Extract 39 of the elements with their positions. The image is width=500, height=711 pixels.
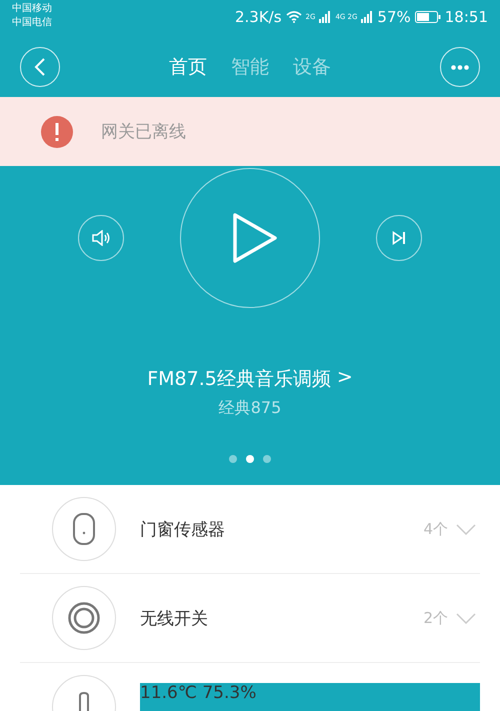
page-dot[interactable]	[229, 455, 237, 463]
alert-message: 网关已离线	[101, 121, 186, 143]
carrier-name: 中国电信	[12, 16, 52, 30]
play-button[interactable]	[180, 168, 320, 308]
station-name[interactable]: FM87.5经典音乐调频	[147, 366, 331, 392]
warning-icon	[41, 116, 73, 148]
page-dot[interactable]	[263, 455, 271, 463]
station-subtitle: 经典875	[218, 398, 282, 419]
nav-tab[interactable]: 智能	[231, 54, 269, 80]
skip-next-icon	[392, 231, 406, 245]
battery-percent: 57%	[377, 8, 411, 26]
chevron-down-icon[interactable]	[456, 612, 476, 624]
page-dot[interactable]	[246, 455, 254, 463]
network-speed: 2.3K/s	[234, 8, 282, 26]
back-button[interactable]	[20, 47, 60, 87]
signal-icon	[319, 11, 332, 23]
device-count: 2个	[423, 608, 448, 628]
chevron-glyph[interactable]: >	[336, 366, 353, 392]
signal-icon	[361, 11, 374, 23]
nav-tab[interactable]: 首页	[169, 54, 207, 80]
clock: 18:51	[444, 8, 488, 26]
door-sensor-icon	[73, 513, 95, 545]
more-button[interactable]	[440, 47, 480, 87]
carrier-name: 中国移动	[12, 2, 52, 16]
speaker-icon	[92, 230, 110, 246]
nav-tab[interactable]: 设备	[293, 54, 331, 80]
more-icon	[451, 64, 469, 70]
next-button[interactable]	[376, 215, 422, 261]
device-name: 11.6℃ 75.3%	[140, 683, 480, 711]
play-icon	[232, 212, 278, 264]
back-icon	[34, 58, 46, 76]
device-name: 门窗传感器	[140, 518, 226, 540]
device-count: 4个	[423, 520, 448, 538]
volume-button[interactable]	[78, 215, 124, 261]
switch-icon	[68, 602, 100, 634]
chevron-down-icon[interactable]	[456, 524, 476, 534]
wifi-icon	[286, 11, 302, 23]
battery-icon	[414, 11, 441, 23]
device-name: 无线开关	[140, 608, 209, 630]
